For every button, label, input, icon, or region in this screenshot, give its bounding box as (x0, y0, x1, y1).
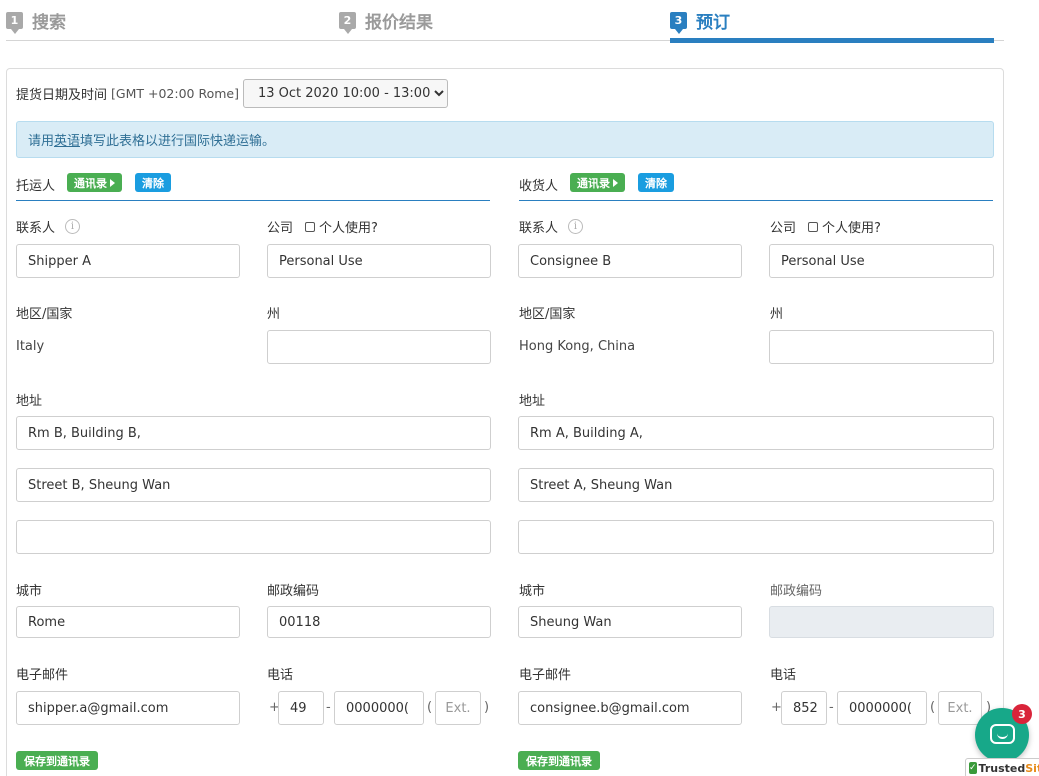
shipper-contact-label: 联系人 i (16, 217, 81, 236)
phone-dash: - (829, 700, 834, 715)
shipper-phone-label: 电话 (267, 668, 294, 683)
consignee-phone-number-input[interactable]: 0000000( (837, 691, 927, 725)
pickup-row: 提货日期及时间 [GMT +02:00 Rome] 13 Oct 2020 10… (16, 78, 448, 108)
info-icon[interactable]: i (568, 219, 584, 234)
consignee-state-label: 州 (770, 307, 784, 322)
shipper-city-label: 城市 (16, 584, 43, 599)
shipper-save-address-book-button[interactable]: 保存到通讯录 (16, 751, 98, 770)
trusted-text: Trusted (978, 761, 1026, 775)
consignee-phone-code-input[interactable]: 852 (781, 691, 827, 725)
shipper-country-label: 地区/国家 (16, 307, 73, 322)
consignee-email-input[interactable]: consignee.b@gmail.com (518, 691, 742, 725)
company-label-text: 公司 (770, 221, 797, 236)
shipper-company-label: 公司 个人使用? (267, 217, 378, 236)
address-book-label: 通讯录 (74, 176, 108, 190)
shipper-state-input[interactable] (267, 330, 491, 364)
step-label: 预订 (696, 13, 730, 33)
step-booking: 3 预订 (670, 8, 730, 34)
trusted-site-seal[interactable]: ✓ TrustedSite (965, 758, 1039, 776)
shipper-postcode-label: 邮政编码 (267, 584, 320, 599)
shipper-postcode-input[interactable]: 00118 (267, 606, 491, 638)
shipper-country-value: Italy (16, 339, 45, 354)
unread-count-badge: 3 (1012, 704, 1032, 724)
consignee-country-value: Hong Kong, China (519, 339, 636, 354)
shipper-company-input[interactable]: Personal Use (267, 244, 491, 278)
consignee-postcode-input (769, 606, 994, 638)
phone-dash: - (326, 700, 331, 715)
consignee-personal-use-checkbox[interactable] (808, 221, 819, 232)
caret-right-icon (613, 178, 619, 187)
consignee-contact-input[interactable]: Consignee B (518, 244, 742, 278)
shipper-city-input[interactable]: Rome (16, 606, 240, 638)
contact-label-text: 联系人 (519, 221, 559, 236)
shipper-phone-number-input[interactable]: 0000000( (334, 691, 424, 725)
step-label: 报价结果 (365, 13, 433, 33)
consignee-state-input[interactable] (769, 330, 994, 364)
shipper-address-book-button[interactable]: 通讯录 (67, 173, 123, 192)
consignee-company-input[interactable]: Personal Use (769, 244, 994, 278)
consignee-section-header: 收货人 通讯录 清除 (519, 172, 993, 201)
chat-launcher-button[interactable]: 3 (975, 704, 1032, 762)
consignee-city-input[interactable]: Sheung Wan (518, 606, 742, 638)
shipper-personal-use-checkbox[interactable] (305, 221, 316, 232)
active-step-indicator (670, 38, 994, 43)
personal-use-label: 个人使用? (822, 221, 881, 236)
checkmark-icon: ✓ (969, 762, 977, 774)
contact-label-text: 联系人 (16, 221, 56, 236)
shipper-clear-button[interactable]: 清除 (135, 173, 172, 192)
consignee-address-book-button[interactable]: 通讯录 (570, 173, 626, 192)
info-icon[interactable]: i (65, 219, 81, 234)
consignee-address-line2-input[interactable]: Street A, Sheung Wan (518, 468, 994, 502)
shipper-email-label: 电子邮件 (16, 668, 69, 683)
pickup-time-select[interactable]: 13 Oct 2020 10:00 - 13:00 (242, 78, 448, 108)
english-notice: 请用 英语 填写此表格以进行国际快递运输。 (16, 121, 994, 158)
consignee-contact-label: 联系人 i (519, 217, 584, 236)
shipper-phone-code-input[interactable]: 49 (278, 691, 324, 725)
shipper-address-line2-input[interactable]: Street B, Sheung Wan (16, 468, 491, 502)
step-number: 2 (339, 12, 356, 34)
step-number: 1 (6, 12, 23, 34)
shipper-section-header: 托运人 通讯录 清除 (16, 172, 490, 201)
consignee-address-label: 地址 (519, 394, 546, 409)
shipper-title: 托运人 (16, 179, 56, 194)
notice-english-link[interactable]: 英语 (54, 130, 80, 149)
site-text: Site (1025, 761, 1039, 775)
shipper-phone-ext-input[interactable]: Ext. (435, 691, 481, 725)
caret-right-icon (110, 178, 116, 187)
consignee-company-label: 公司 个人使用? (770, 217, 881, 236)
phone-paren-open: ( (930, 700, 936, 715)
consignee-phone-label: 电话 (770, 668, 797, 683)
pickup-timezone: [GMT +02:00 Rome] (111, 85, 239, 101)
consignee-title: 收货人 (519, 179, 559, 194)
shipper-address-line1-input[interactable]: Rm B, Building B, (16, 416, 491, 450)
consignee-country-label: 地区/国家 (519, 307, 576, 322)
shipper-state-label: 州 (267, 307, 281, 322)
notice-text-after: 填写此表格以进行国际快递运输。 (80, 134, 276, 149)
chat-bubble-icon (990, 724, 1015, 744)
consignee-address-line3-input[interactable] (518, 520, 994, 554)
consignee-email-label: 电子邮件 (519, 668, 572, 683)
step-number: 3 (670, 12, 687, 34)
step-search[interactable]: 1 搜索 (6, 8, 66, 34)
shipper-email-input[interactable]: shipper.a@gmail.com (16, 691, 240, 725)
progress-steps: 1 搜索 2 报价结果 3 预订 (0, 0, 1004, 44)
consignee-clear-button[interactable]: 清除 (638, 173, 675, 192)
consignee-address-line1-input[interactable]: Rm A, Building A, (518, 416, 994, 450)
address-book-label: 通讯录 (577, 176, 611, 190)
phone-paren-open: ( (427, 700, 433, 715)
phone-paren-close: ) (484, 700, 490, 715)
step-quote-results[interactable]: 2 报价结果 (339, 8, 433, 34)
consignee-postcode-label: 邮政编码 (770, 584, 823, 599)
shipper-contact-input[interactable]: Shipper A (16, 244, 240, 278)
pickup-label: 提货日期及时间 (16, 87, 108, 103)
shipper-address-label: 地址 (16, 394, 43, 409)
shipper-address-line3-input[interactable] (16, 520, 491, 554)
company-label-text: 公司 (267, 221, 294, 236)
consignee-city-label: 城市 (519, 584, 546, 599)
consignee-save-address-book-button[interactable]: 保存到通讯录 (518, 751, 600, 770)
notice-text-before: 请用 (28, 134, 55, 149)
step-label: 搜索 (32, 13, 66, 33)
personal-use-label: 个人使用? (319, 221, 378, 236)
consignee-phone-ext-input[interactable]: Ext. (938, 691, 982, 725)
